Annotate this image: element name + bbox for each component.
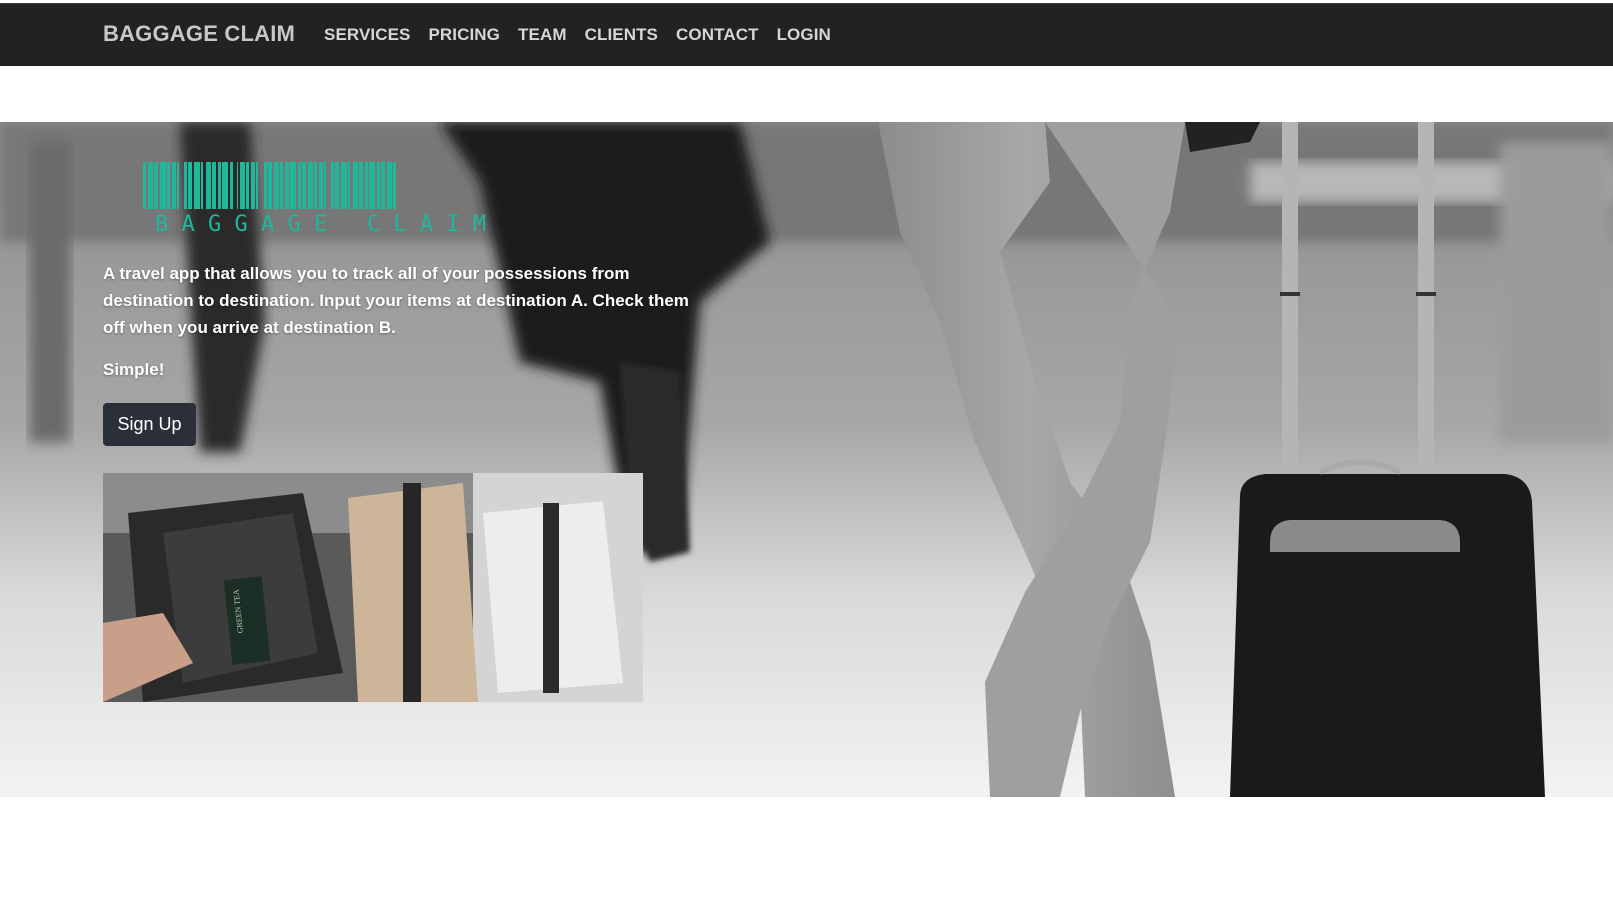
hero-tagline: Simple!: [103, 360, 165, 379]
packing-video-thumbnail[interactable]: GREEN TEA: [103, 473, 643, 702]
nav-services-link[interactable]: SERVICES: [324, 25, 410, 45]
main-nav: SERVICES PRICING TEAM CLIENTS CONTACT LO…: [324, 25, 849, 45]
top-navbar: BAGGAGE CLAIM SERVICES PRICING TEAM CLIE…: [0, 3, 1613, 66]
nav-login-link[interactable]: LOGIN: [777, 25, 831, 45]
logo-wordmark: B A G G A G E C L A I M: [155, 212, 487, 237]
packing-photo: GREEN TEA: [103, 473, 643, 702]
brand-link[interactable]: BAGGAGE CLAIM: [103, 21, 295, 47]
nav-team-link[interactable]: TEAM: [518, 25, 567, 45]
nav-contact-link[interactable]: CONTACT: [676, 25, 759, 45]
nav-pricing-link[interactable]: PRICING: [428, 25, 500, 45]
hero-description: A travel app that allows you to track al…: [103, 264, 689, 337]
sign-up-button[interactable]: Sign Up: [103, 403, 196, 446]
nav-clients-link[interactable]: CLIENTS: [585, 25, 658, 45]
